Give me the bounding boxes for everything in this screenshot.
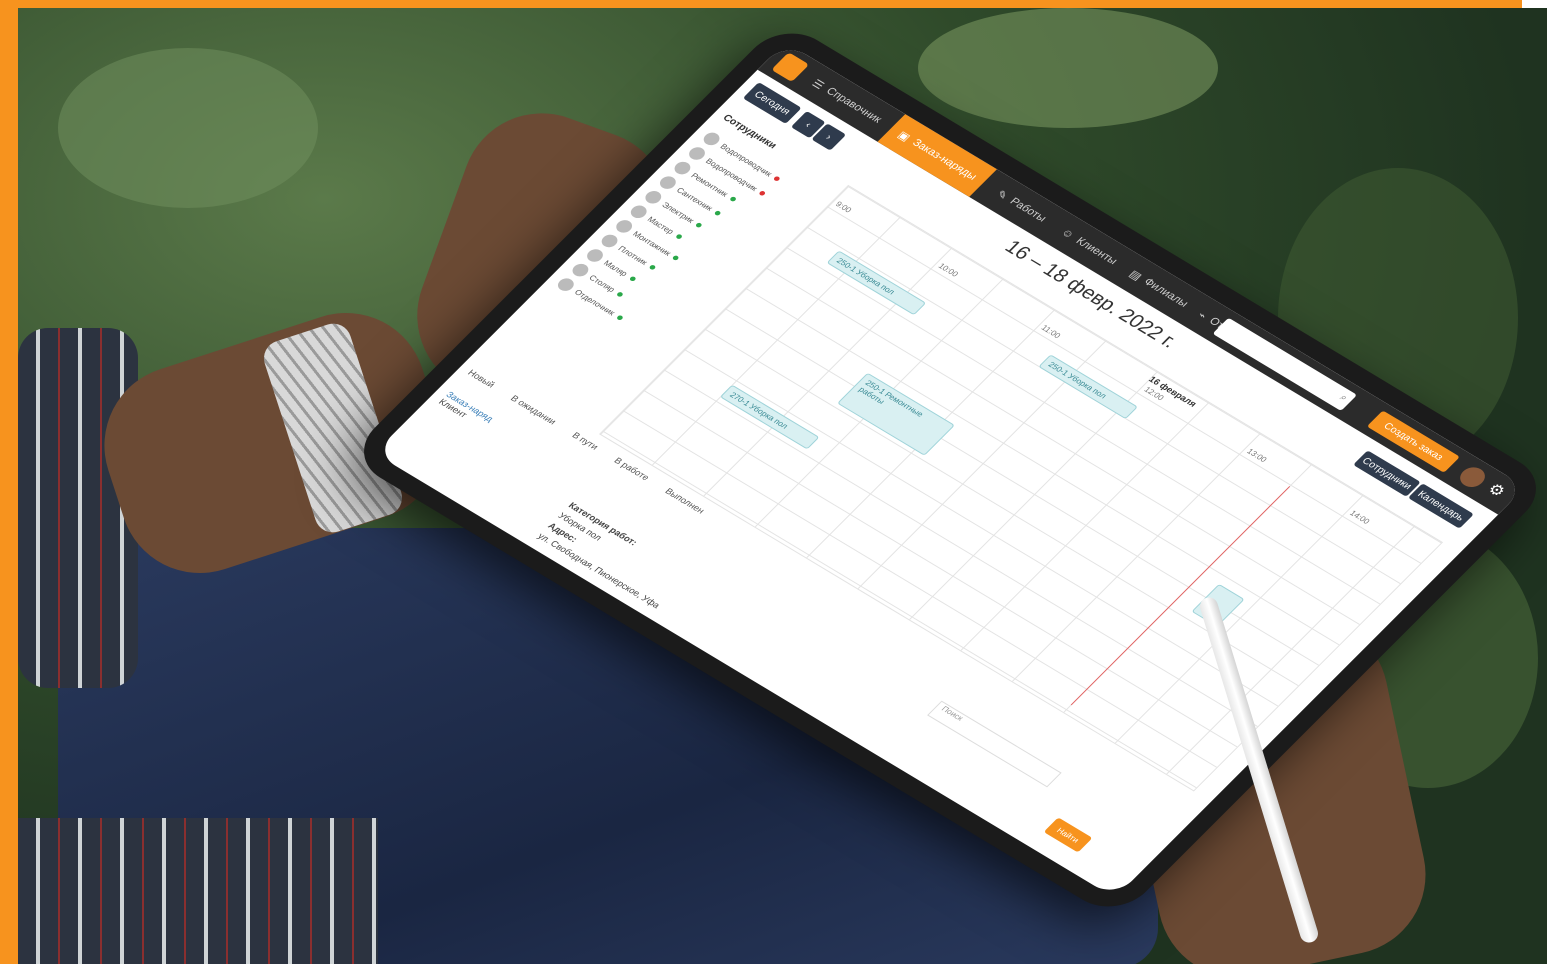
tablet-area: ☰ Справочник ▣ Заказ-наряды ✎ Работы ☺ К… <box>345 19 1547 950</box>
status-filter-on-the-way[interactable]: В пути <box>570 430 600 451</box>
status-dot <box>695 221 704 229</box>
user-icon: ☺ <box>1058 226 1077 242</box>
hour-label: 14:00 <box>1347 508 1372 526</box>
search-icon: ⌕ <box>1337 392 1350 404</box>
search-input[interactable]: ⌕ <box>1212 317 1358 411</box>
nav-item-orders[interactable]: ▣ Заказ-наряды <box>877 114 998 198</box>
status-dot <box>616 314 625 321</box>
book-icon: ☰ <box>809 77 827 92</box>
status-dot <box>714 209 722 216</box>
nav-label: Филиалы <box>1141 276 1191 310</box>
building-icon: ▤ <box>1126 268 1145 283</box>
nav-label: Заказ-наряды <box>909 137 980 183</box>
status-dot <box>773 175 782 182</box>
status-filter-new[interactable]: Новый <box>466 368 497 390</box>
user-avatar[interactable] <box>1455 463 1490 491</box>
chevron-left-icon: ‹ <box>802 119 814 130</box>
hour-label: 10:00 <box>936 261 961 279</box>
calendar-event[interactable]: 270-1 Уборка пол <box>719 384 820 450</box>
nav-label: Работы <box>1007 195 1049 225</box>
orders-icon: ▣ <box>895 129 913 144</box>
wrench-icon: ✎ <box>993 188 1011 202</box>
status-filter-waiting[interactable]: В ожидании <box>509 393 559 426</box>
status-dot <box>648 263 657 270</box>
find-input[interactable]: Поиск <box>927 700 1062 788</box>
nav-label: Справочник <box>823 85 885 126</box>
calendar-event[interactable]: 250-1 Ремонтные работы <box>836 372 956 456</box>
orange-border-left <box>0 0 18 964</box>
calendar-event[interactable]: 250-1 Уборка пол <box>826 250 927 316</box>
orange-border-top <box>0 0 1522 8</box>
status-dot <box>628 275 637 282</box>
shirt-sleeve-bottom <box>18 818 378 964</box>
calendar-event[interactable]: 250-1 Уборка пол <box>1038 354 1139 420</box>
hour-label: 13:00 <box>1244 447 1269 464</box>
avatar <box>554 275 577 294</box>
chevron-right-icon: › <box>823 132 835 142</box>
tablet-device: ☰ Справочник ▣ Заказ-наряды ✎ Работы ☺ К… <box>345 19 1547 921</box>
status-dot <box>729 195 738 202</box>
photo-frame: ☰ Справочник ▣ Заказ-наряды ✎ Работы ☺ К… <box>0 0 1547 964</box>
status-dot <box>616 290 625 298</box>
leaf-shape <box>58 48 318 208</box>
status-dot <box>758 189 767 197</box>
order-details: Заказ-наряд Клиент <box>437 390 496 431</box>
order-info: Категория работ: Уборка пол Адрес: ул. С… <box>510 499 695 636</box>
current-time-line <box>1070 486 1291 706</box>
nav-label: Клиенты <box>1073 235 1120 267</box>
hour-label: 11:00 <box>1039 323 1063 340</box>
tablet-screen: ☰ Справочник ▣ Заказ-наряды ✎ Работы ☺ К… <box>374 41 1526 899</box>
status-dot <box>675 232 684 240</box>
chart-icon: ⌁ <box>1195 309 1210 322</box>
status-dot <box>672 254 681 261</box>
gear-icon[interactable]: ⚙ <box>1481 480 1510 502</box>
find-button[interactable]: Найти <box>1043 817 1093 853</box>
hour-label: 9:00 <box>833 199 854 215</box>
